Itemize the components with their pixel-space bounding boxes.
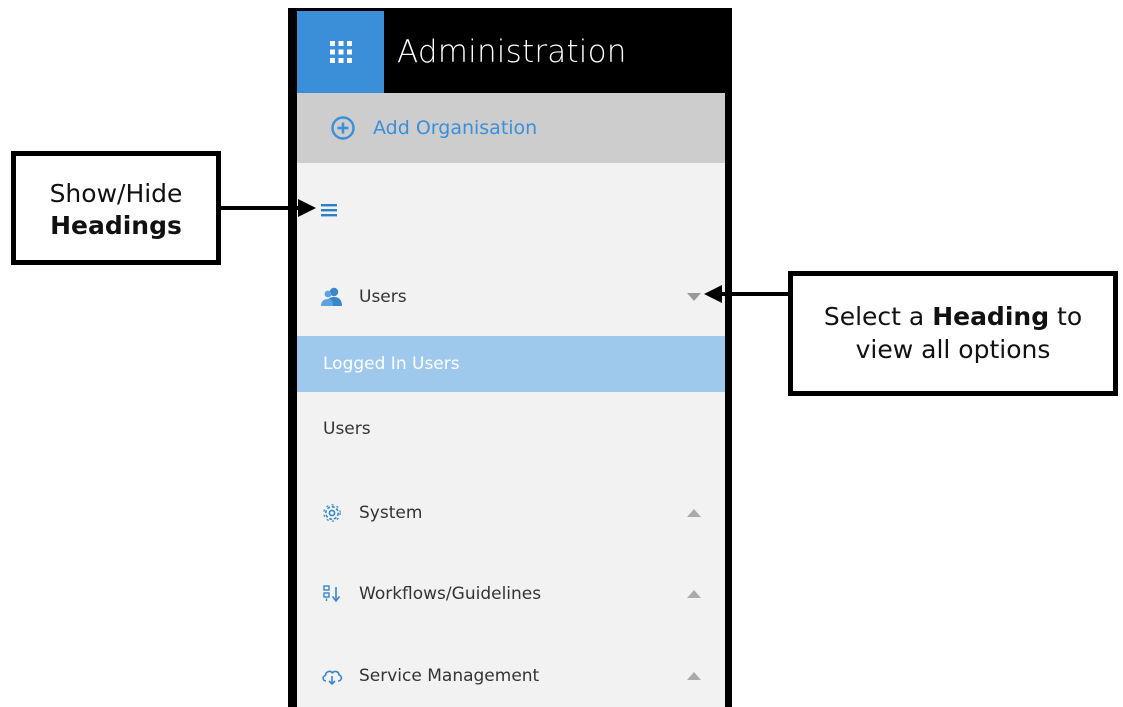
callout-right-line1: Select a Heading to — [793, 300, 1113, 333]
chevron-up-icon[interactable] — [687, 590, 701, 598]
callout-show-hide-headings: Show/Hide Headings — [11, 151, 221, 265]
nav-heading-workflows-label: Workflows/Guidelines — [359, 584, 542, 604]
hamburger-menu-icon[interactable] — [321, 201, 339, 219]
admin-sidebar-frame: Administration Add Organisation Users Lo… — [288, 8, 732, 707]
app-title: Administration — [397, 34, 627, 70]
callout-left-line1: Show/Hide — [49, 179, 183, 208]
sort-icon — [321, 583, 343, 605]
nav-item-logged-in-users[interactable]: Logged In Users — [297, 336, 725, 392]
chevron-down-icon[interactable] — [687, 293, 701, 301]
apps-grid-icon — [329, 41, 352, 63]
admin-sidebar: Administration Add Organisation Users Lo… — [297, 11, 725, 707]
callout-right-line2: view all options — [855, 335, 1051, 364]
callout-select-heading: Select a Heading to view all options — [788, 271, 1118, 396]
users-icon — [321, 286, 343, 308]
gear-icon — [321, 502, 343, 524]
add-organisation-button[interactable]: Add Organisation — [297, 93, 725, 163]
callout-left-arrow — [220, 199, 316, 217]
add-organisation-label: Add Organisation — [373, 117, 538, 139]
callout-right-post: to — [1049, 302, 1083, 331]
nav-heading-service-management-label: Service Management — [359, 666, 540, 686]
app-header: Administration — [297, 11, 725, 93]
nav-heading-workflows[interactable]: Workflows/Guidelines — [297, 566, 725, 622]
app-launcher-button[interactable] — [297, 11, 384, 93]
callout-right-arrow — [704, 285, 792, 303]
nav-heading-system-label: System — [359, 503, 423, 523]
nav-heading-users-label: Users — [359, 287, 407, 307]
callout-right-bold: Heading — [932, 302, 1050, 331]
nav-heading-users[interactable]: Users — [297, 269, 725, 325]
chevron-up-icon[interactable] — [687, 509, 701, 517]
nav-heading-service-management[interactable]: Service Management — [297, 648, 725, 704]
nav-item-users[interactable]: Users — [297, 401, 725, 457]
callout-left-bold: Headings — [50, 211, 182, 240]
plus-circle-icon — [331, 116, 355, 140]
cloud-icon — [321, 665, 343, 687]
callout-right-pre: Select a — [823, 302, 933, 331]
chevron-up-icon[interactable] — [687, 672, 701, 680]
callout-left-line2: Headings — [16, 210, 216, 242]
nav-heading-system[interactable]: System — [297, 485, 725, 541]
